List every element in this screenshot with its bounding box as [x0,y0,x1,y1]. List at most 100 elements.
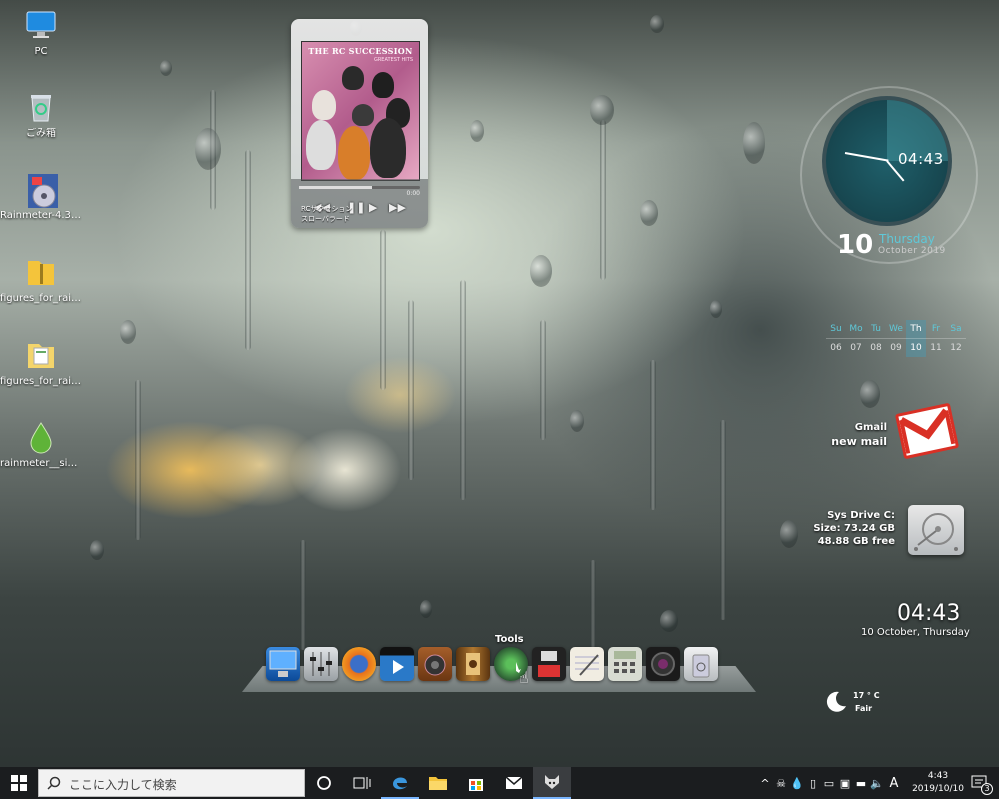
store-icon[interactable] [457,767,495,799]
film-icon[interactable] [456,647,490,681]
calendar-day[interactable]: 09 [886,338,906,357]
calendar-widget[interactable]: Su Mo Tu We Th Fr Sa 06 07 08 09 10 11 1… [826,320,966,357]
next-button[interactable]: ▶▶ [389,201,406,214]
battery-icon[interactable]: ▬ [853,777,869,790]
calendar-day[interactable]: 11 [926,338,946,357]
tray-time: 4:43 [927,771,949,781]
calendar-days-row: 06 07 08 09 10 11 12 [826,338,966,357]
calculator-icon[interactable] [608,647,642,681]
mouse-cursor: ☝ [519,668,529,687]
calendar-day[interactable]: 12 [946,338,966,357]
zip-folder-icon [24,255,58,289]
ime-indicator[interactable]: A [885,776,903,791]
clock-digital-time: 04:43 [898,150,944,168]
desktop-icon-label: figures_for_rainm... [0,293,82,304]
desktop-icon-rainmeter-installer[interactable]: Rainmeter-4.3.1.... [0,172,82,222]
date-day-number: 10 [837,230,874,260]
album-art: THE RC SUCCESSION GREATEST HITS [301,41,420,181]
progress-bar[interactable] [299,186,420,189]
task-view-icon[interactable] [343,767,381,799]
floppy-icon[interactable] [532,647,566,681]
usb-icon[interactable]: ▯ [805,777,821,790]
dock [266,647,718,681]
album-title: THE RC SUCCESSION [308,46,413,56]
album-subtitle: GREATEST HITS [373,57,413,63]
calendar-header-row: Su Mo Tu We Th Fr Sa [826,320,966,338]
track-artist: RCサクセション [301,205,353,213]
taskbar-search-box[interactable]: ここに入力して検索 [38,769,305,797]
display-icon[interactable]: ▣ [837,777,853,790]
dock-hover-label: Tools [495,634,524,645]
cortana-icon[interactable] [305,767,343,799]
start-button[interactable] [0,767,38,799]
calendar-weekday: Fr [931,324,941,334]
video-icon[interactable] [380,647,414,681]
drive-size: Size: 73.24 GB [813,523,895,534]
track-time: 0:00 [406,190,420,197]
drive-free: 48.88 GB free [817,536,895,547]
date-month-year: October 2019 [878,246,946,256]
folder-icon [24,338,58,372]
calendar-weekday: Sa [950,324,962,334]
notepad-icon[interactable] [570,647,604,681]
calendar-weekday: We [889,324,903,334]
mail-icon[interactable] [495,767,533,799]
search-icon [47,775,61,794]
gmail-icon[interactable] [894,402,960,460]
volume-icon[interactable]: 🔈 [869,777,885,790]
weather-temperature: 17 ° C [853,691,880,700]
digital-clock-time: 04:43 [897,601,961,626]
calendar-weekday: Tu [871,324,881,334]
search-placeholder: ここに入力して検索 [69,778,177,792]
monitor-icon [24,8,58,42]
app-fox-icon[interactable] [533,767,571,799]
recycle-icon[interactable] [684,647,718,681]
chevron-up-icon[interactable]: ^ [757,777,773,790]
rainmeter-tray-icon[interactable]: ☠ [773,777,789,790]
calendar-day[interactable]: 08 [866,338,886,357]
hard-drive-icon[interactable] [908,505,964,555]
edge-icon[interactable] [381,767,419,799]
calendar-day[interactable]: 07 [846,338,866,357]
digital-clock-date: 10 October, Thursday [861,627,970,638]
taskbar: ここに入力して検索 ^ ☠ 💧 ▯ ▭ ▣ ▬ 🔈 A 4:43 2019/10… [0,767,999,799]
moon-icon [824,690,848,718]
desktop-icon-label: rainmeter__simpl... [0,458,82,469]
desktop-icon-recycle-bin[interactable]: ごみ箱 [0,90,82,140]
desktop-icon-pc[interactable]: PC [0,8,82,58]
computer-icon[interactable] [266,647,300,681]
camera-icon[interactable] [646,647,680,681]
calendar-day[interactable]: 06 [826,338,846,357]
date-weekday: Thursday [879,232,935,246]
desktop-icon-figures-zip[interactable]: figures_for_rainm... [0,255,82,305]
calendar-weekday: Th [906,320,926,338]
system-tray: ^ ☠ 💧 ▯ ▭ ▣ ▬ 🔈 A [757,767,903,799]
desktop-icon-label: ごみ箱 [26,128,56,139]
notification-center-icon[interactable]: 3 [961,767,999,799]
tray-clock[interactable]: 4:43 2019/10/10 [911,770,965,796]
desktop-icon-label: figures_for_rainm... [0,376,82,387]
track-title: スローバラード [301,215,350,223]
rainmeter-drop-icon [24,420,58,454]
desktop-icon-label: PC [34,46,48,57]
calendar-weekday: Su [830,324,842,334]
installer-icon [24,172,58,208]
drive-name: Sys Drive C: [827,510,895,521]
speaker-icon[interactable] [418,647,452,681]
calendar-weekday: Mo [849,324,863,334]
file-explorer-icon[interactable] [419,767,457,799]
recycle-bin-icon [24,90,58,124]
mixer-icon[interactable] [304,647,338,681]
notification-count-badge: 3 [981,783,993,795]
calendar-day-today[interactable]: 10 [906,338,926,357]
weather-condition: Fair [855,704,873,713]
droplet-icon[interactable]: 💧 [789,777,805,790]
firefox-icon[interactable] [342,647,376,681]
network-icon[interactable]: ▭ [821,777,837,790]
gmail-title: Gmail [854,422,887,433]
gmail-status[interactable]: new mail [831,435,887,448]
tray-date: 2019/10/10 [912,784,964,794]
desktop-icon-figures-folder[interactable]: figures_for_rainm... [0,338,82,388]
desktop-icon-rainmeter-simple[interactable]: rainmeter__simpl... [0,420,82,470]
music-player-widget[interactable]: THE RC SUCCESSION GREATEST HITS 0:00 ◀◀ … [291,19,428,228]
